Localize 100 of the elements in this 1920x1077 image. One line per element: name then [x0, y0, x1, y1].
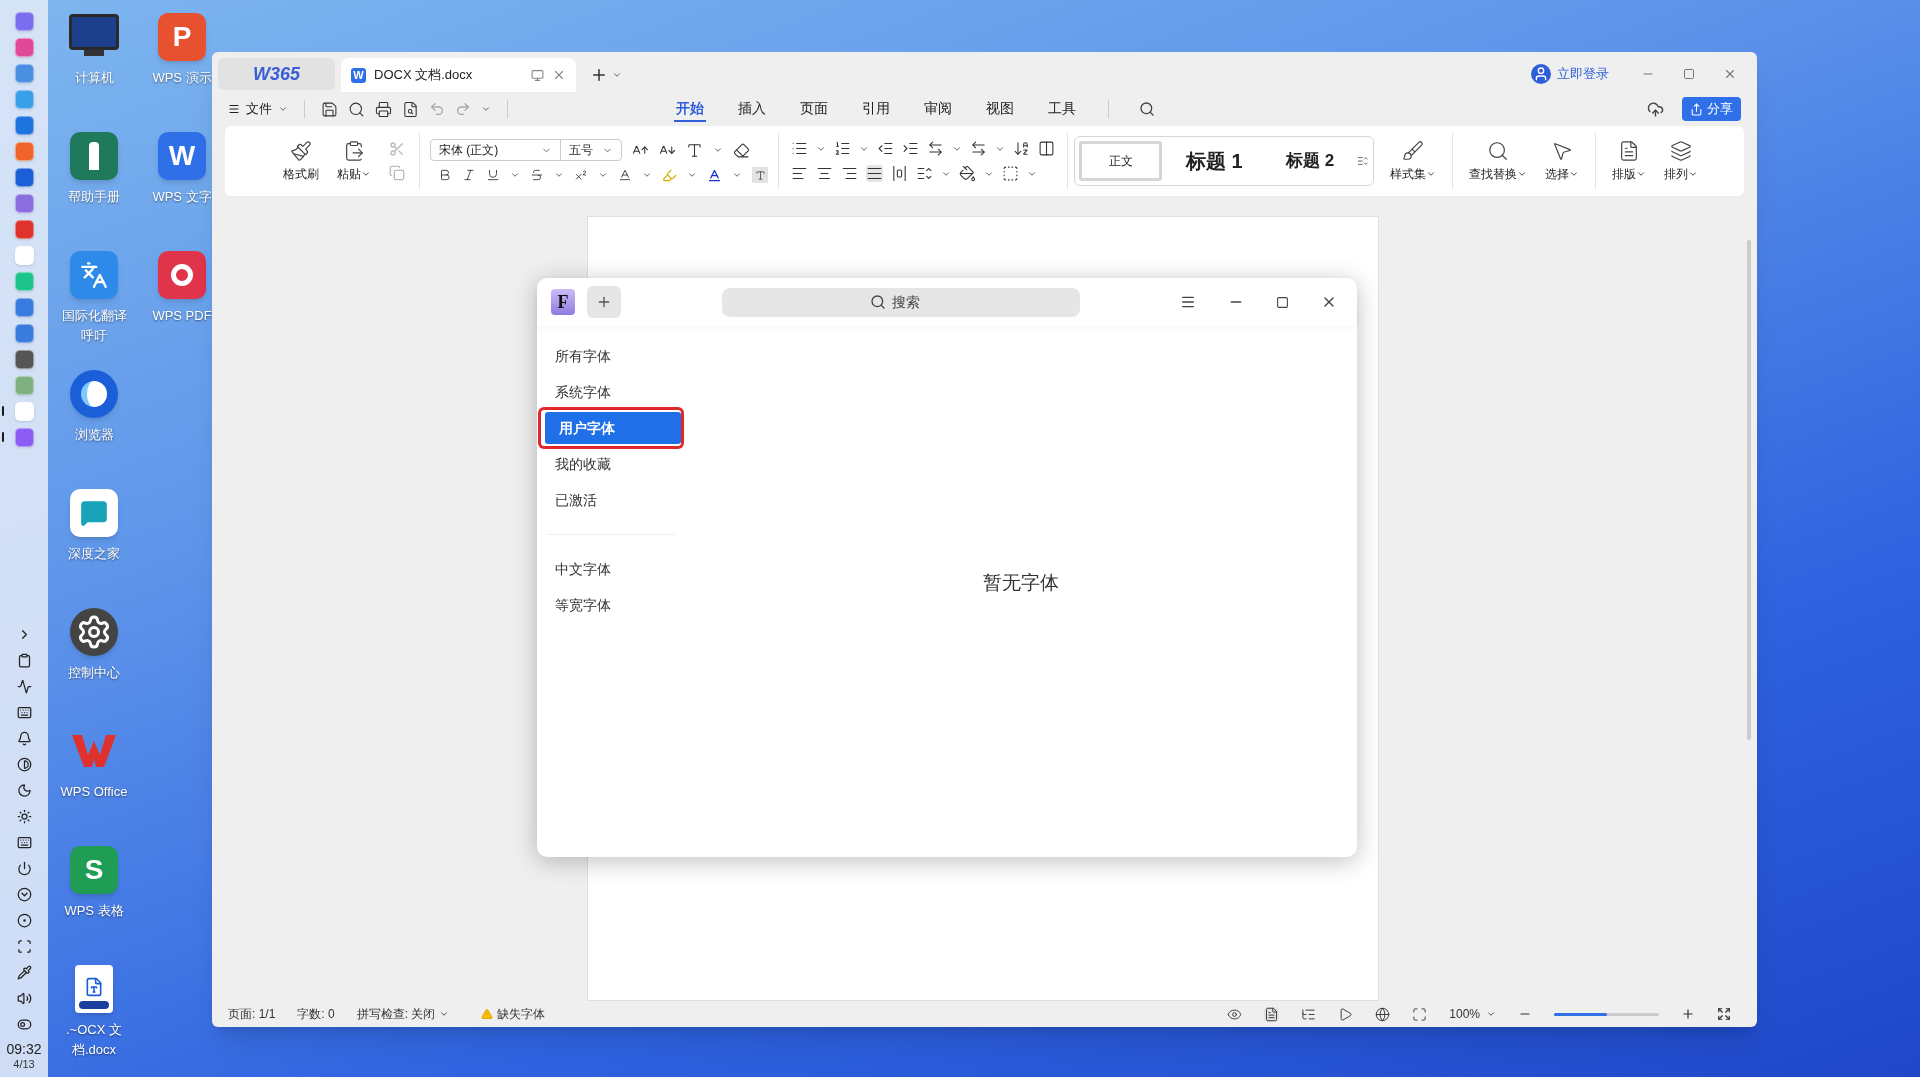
- document-tab[interactable]: W DOCX 文档.docx: [341, 58, 576, 92]
- app-icon[interactable]: W: [158, 132, 206, 180]
- clipboard-icon[interactable]: [16, 652, 32, 668]
- caret-icon[interactable]: [278, 104, 288, 114]
- print-preview-icon[interactable]: [402, 100, 419, 118]
- volume-icon[interactable]: [16, 990, 32, 1006]
- share-button[interactable]: 分享: [1682, 97, 1741, 121]
- underline-icon[interactable]: [486, 168, 500, 182]
- bell-icon[interactable]: [16, 730, 32, 746]
- style-option[interactable]: 标题 2: [1266, 141, 1354, 181]
- search-input[interactable]: 搜索: [891, 291, 932, 313]
- caret-icon[interactable]: [598, 170, 608, 180]
- app-icon[interactable]: [14, 427, 34, 447]
- file-menu-button[interactable]: 文件: [228, 99, 288, 119]
- printer-icon[interactable]: [375, 100, 392, 118]
- paste-button[interactable]: 粘贴: [337, 139, 371, 183]
- char-shading-icon[interactable]: [752, 167, 768, 183]
- home-tab[interactable]: W365: [218, 58, 335, 90]
- sun-icon[interactable]: [16, 808, 32, 824]
- add-button[interactable]: [587, 286, 621, 318]
- pipette-icon[interactable]: [16, 964, 32, 980]
- power-icon[interactable]: [16, 860, 32, 876]
- gear-icon[interactable]: [70, 608, 118, 656]
- ribbon-tab[interactable]: 视图: [984, 96, 1016, 122]
- indent-icon[interactable]: [902, 140, 919, 157]
- outdent-icon[interactable]: [877, 140, 894, 157]
- align-center-icon[interactable]: [816, 165, 833, 182]
- search-icon[interactable]: [1139, 101, 1155, 117]
- browser-icon[interactable]: [70, 370, 118, 418]
- app-icon[interactable]: [14, 297, 34, 317]
- app-icon[interactable]: [14, 219, 34, 239]
- zoom-in-icon[interactable]: [1681, 1007, 1695, 1021]
- missing-fonts-button[interactable]: 缺失字体: [481, 1005, 546, 1023]
- style-option[interactable]: 标题 1: [1166, 141, 1263, 181]
- swap-icon[interactable]: [970, 140, 987, 157]
- monitor-icon[interactable]: [531, 68, 544, 82]
- maximize-icon[interactable]: [1276, 295, 1289, 309]
- play-icon[interactable]: [1338, 1006, 1354, 1022]
- ribbon-tab[interactable]: 工具: [1046, 96, 1078, 122]
- align-left-icon[interactable]: [791, 165, 808, 182]
- keyboard-icon[interactable]: [16, 704, 32, 720]
- ribbon-tab[interactable]: 引用: [860, 96, 892, 122]
- layout-button[interactable]: 排版: [1612, 139, 1646, 183]
- app-icon[interactable]: [14, 37, 34, 57]
- scan-icon[interactable]: [16, 938, 32, 954]
- new-tab-icon[interactable]: [590, 66, 608, 84]
- app-icon[interactable]: [14, 11, 34, 31]
- distribute-icon[interactable]: [891, 165, 908, 182]
- text-effect-icon[interactable]: [618, 168, 632, 182]
- arrange-button[interactable]: 排列: [1664, 139, 1698, 183]
- category-item[interactable]: 已激活: [541, 484, 681, 516]
- text-direction-icon[interactable]: [927, 140, 944, 157]
- app-icon[interactable]: [14, 323, 34, 343]
- globe-icon[interactable]: [1375, 1006, 1391, 1022]
- select-button[interactable]: 选择: [1545, 139, 1579, 183]
- caret-icon[interactable]: [481, 104, 491, 114]
- translate-icon[interactable]: [70, 251, 118, 299]
- lighthouse-icon[interactable]: [70, 132, 118, 180]
- caret-icon[interactable]: [642, 170, 652, 180]
- superscript-icon[interactable]: [574, 168, 588, 182]
- zoom-slider[interactable]: [1554, 1012, 1659, 1016]
- keyboard-icon[interactable]: [16, 834, 32, 850]
- contrast-icon[interactable]: [16, 756, 32, 772]
- caret-icon[interactable]: [713, 145, 723, 155]
- phonetic-icon[interactable]: [686, 141, 703, 159]
- chat-icon[interactable]: [70, 489, 118, 537]
- pdf-icon[interactable]: [158, 251, 206, 299]
- moon-icon[interactable]: [16, 782, 32, 798]
- find-replace-button[interactable]: 查找替换: [1469, 139, 1527, 183]
- category-item[interactable]: 用户字体: [545, 412, 681, 444]
- record-icon[interactable]: [16, 912, 32, 928]
- category-item[interactable]: 中文字体: [541, 551, 681, 587]
- ribbon-tab[interactable]: 页面: [798, 96, 830, 122]
- caret-icon[interactable]: [687, 170, 697, 180]
- ribbon-tab[interactable]: 插入: [736, 96, 768, 122]
- bold-icon[interactable]: [438, 168, 452, 182]
- cloud-upload-icon[interactable]: [1647, 100, 1664, 118]
- eraser-icon[interactable]: [733, 141, 750, 159]
- italic-icon[interactable]: [462, 168, 476, 182]
- caret-icon[interactable]: [554, 170, 564, 180]
- format-painter-button[interactable]: 格式刷: [283, 139, 319, 183]
- app-icon[interactable]: P: [158, 13, 206, 61]
- category-item[interactable]: 我的收藏: [541, 448, 681, 480]
- strikethrough-icon[interactable]: [530, 168, 544, 182]
- style-set-button[interactable]: 样式集: [1390, 139, 1436, 183]
- fit-page-icon[interactable]: [1412, 1006, 1428, 1022]
- search-field[interactable]: 搜索: [721, 287, 1080, 317]
- app-icon[interactable]: [14, 349, 34, 369]
- search-icon[interactable]: [348, 100, 365, 118]
- chevron-down-icon[interactable]: [16, 886, 32, 902]
- login-link[interactable]: 立即登录: [1557, 64, 1609, 84]
- justify-icon[interactable]: [866, 165, 883, 182]
- activity-icon[interactable]: [16, 678, 32, 694]
- caret-icon[interactable]: [612, 70, 622, 80]
- user-avatar-icon[interactable]: [1531, 64, 1551, 84]
- sort-icon[interactable]: [1013, 140, 1030, 157]
- eye-icon[interactable]: [1227, 1006, 1243, 1022]
- category-item[interactable]: 所有字体: [541, 340, 681, 372]
- app-icon[interactable]: [14, 167, 34, 187]
- columns-icon[interactable]: [1038, 140, 1055, 157]
